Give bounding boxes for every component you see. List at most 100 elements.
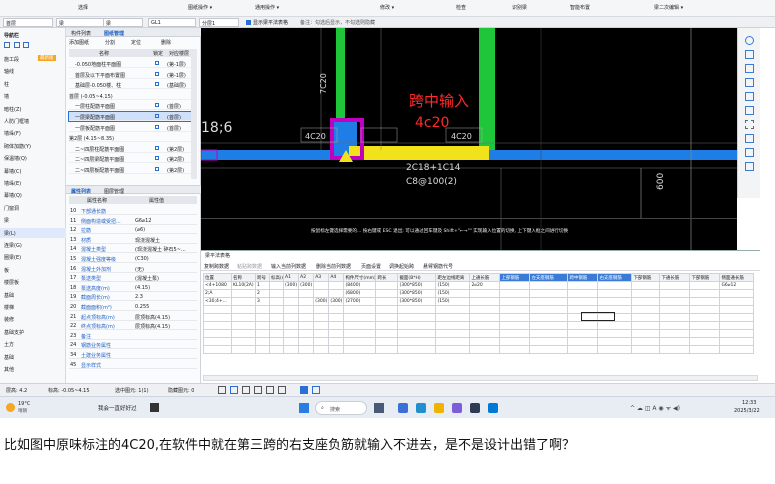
grid-row[interactable]: 2;A 2 (6800) (300*850) (150): [203, 289, 755, 298]
grid-cell[interactable]: [375, 281, 399, 290]
grid-cell[interactable]: (150): [435, 281, 471, 290]
cad-canvas[interactable]: 跨中输入 4c20 18;6 4C20 4C20 7C20 2C18+1C14 …: [201, 28, 737, 250]
grid-cell[interactable]: [689, 337, 721, 346]
grid-cell[interactable]: [231, 297, 256, 306]
grid-cell[interactable]: [203, 345, 232, 354]
property-value[interactable]: (4.15): [135, 285, 195, 291]
grid-cell[interactable]: [499, 329, 531, 338]
grid-cell[interactable]: [328, 337, 345, 346]
grid-cell[interactable]: [567, 289, 599, 298]
tray-icons[interactable]: ^ ☁ ◫ A ◉ ᯤ ◀): [630, 404, 680, 412]
property-row[interactable]: 34 土建业务属性: [69, 350, 197, 359]
grid-cell[interactable]: <30;4+...: [203, 297, 232, 306]
grid-cell[interactable]: [231, 337, 256, 346]
property-value[interactable]: 层顶标高(4.15): [135, 314, 195, 321]
lock-icon[interactable]: [155, 61, 159, 65]
grid-cell[interactable]: [298, 313, 315, 322]
property-row[interactable]: 20 截面面积(m²) 0.255: [69, 302, 197, 311]
grid-cell[interactable]: G6⌀12: [719, 281, 755, 290]
property-value[interactable]: 0.255: [135, 304, 195, 310]
grid-cell[interactable]: [689, 305, 721, 314]
nav-item[interactable]: 墙: [0, 91, 66, 101]
grid-cell[interactable]: (300*850): [397, 289, 437, 298]
grid-cell[interactable]: [719, 289, 755, 298]
grid-cell[interactable]: [631, 281, 661, 290]
drawing-row[interactable]: 第2层 (4.15~8.35): [69, 133, 191, 143]
grid-cell[interactable]: <4+1080: [203, 281, 232, 290]
lock-icon[interactable]: [155, 145, 159, 150]
grid-cell[interactable]: [719, 321, 755, 330]
property-value[interactable]: (无): [135, 266, 195, 273]
nav-item[interactable]: 其他: [0, 364, 66, 374]
grid-cell[interactable]: [269, 289, 284, 298]
grid-cell[interactable]: [659, 297, 691, 306]
grid-row[interactable]: <4+1080 KL10(2A) 1 (300) (300) (8400) (300*850…: [203, 281, 755, 290]
drawing-row[interactable]: 二~四层梁配筋平面图 (第2层): [69, 154, 191, 164]
ribbon-modify[interactable]: 修改 ▾: [380, 4, 394, 11]
grid-cell[interactable]: (300): [313, 297, 330, 306]
property-row[interactable]: 23 备注: [69, 331, 197, 340]
grid-empty-row[interactable]: [203, 329, 755, 338]
drawing-row[interactable]: 一层柱配筋平面图 (首层): [69, 101, 191, 111]
tab-component-list[interactable]: 构件列表: [71, 30, 91, 37]
grid-cell[interactable]: [269, 313, 284, 322]
grid-cell[interactable]: [328, 281, 345, 290]
lock-icon[interactable]: [155, 167, 159, 171]
drawing-row[interactable]: -0.050地面柱平面图 (第-1层): [69, 59, 191, 68]
grid-cell[interactable]: [659, 321, 691, 330]
lock-icon[interactable]: [155, 124, 159, 129]
nav-item[interactable]: 梁(L): [0, 227, 66, 238]
grid-cell[interactable]: [567, 329, 599, 338]
grid-cell[interactable]: [269, 281, 284, 290]
nav-item[interactable]: 楼梯: [0, 302, 66, 312]
grid-cell[interactable]: 3: [255, 297, 270, 306]
grid-cell[interactable]: [499, 281, 531, 290]
grid-cell[interactable]: [597, 345, 633, 354]
grid-cell[interactable]: [269, 345, 284, 354]
nav-item[interactable]: 保温墙(Q): [0, 153, 66, 163]
grid-cell[interactable]: [397, 313, 437, 322]
grid-cell[interactable]: [282, 329, 300, 338]
grid-cell[interactable]: [313, 305, 330, 314]
property-row[interactable]: 18 泵送高度(m) (4.15): [69, 283, 197, 292]
grid-cell[interactable]: [298, 345, 315, 354]
grid-cell[interactable]: [529, 321, 569, 330]
grid-cell[interactable]: [298, 289, 315, 298]
tab-drawing-manager[interactable]: 图纸管理: [104, 30, 124, 37]
grid-empty-row[interactable]: [203, 305, 755, 314]
grid-cell[interactable]: [689, 321, 721, 330]
drawing-row[interactable]: 一层梁配筋平面图 (首层): [68, 111, 192, 122]
drawing-row[interactable]: 一层板配筋平面图 (首层): [69, 123, 191, 132]
grid-cell[interactable]: [298, 297, 315, 306]
grid-cell[interactable]: [282, 313, 300, 322]
nav-item[interactable]: 幕墙(C): [0, 166, 66, 176]
app-icon-5[interactable]: [488, 403, 498, 413]
layer-view-icon[interactable]: [745, 106, 754, 115]
nav-item[interactable]: 轴线: [0, 66, 66, 76]
grid-cell[interactable]: [343, 345, 377, 354]
grid-cell[interactable]: [659, 337, 691, 346]
grid-cell[interactable]: [499, 345, 531, 354]
grid-cell[interactable]: [567, 321, 599, 330]
grid-empty-row[interactable]: [203, 345, 755, 354]
grid-cell[interactable]: [375, 337, 399, 346]
active-cell[interactable]: [581, 312, 615, 321]
property-row[interactable]: 22 终点顶标高(m) 层顶标高(4.15): [69, 321, 197, 331]
nav-item[interactable]: 装修: [0, 314, 66, 324]
settings-icon[interactable]: [745, 162, 754, 171]
grid-cell[interactable]: [375, 305, 399, 314]
grid-cell[interactable]: [719, 313, 755, 322]
category-select[interactable]: 梁: [56, 18, 106, 27]
osnap-toggle-icon[interactable]: [266, 386, 274, 394]
media-icon[interactable]: [150, 403, 159, 412]
nav-item[interactable]: 梁: [0, 215, 66, 225]
grid-cell[interactable]: [269, 321, 284, 330]
grid-empty-row[interactable]: [203, 313, 755, 322]
lock-icon[interactable]: [155, 156, 159, 161]
ribbon-draw-ops[interactable]: 图纸操作 ▾: [188, 4, 212, 11]
property-value[interactable]: (现浇混凝土 碎石5~...: [135, 246, 195, 253]
grid-cell[interactable]: [659, 313, 691, 322]
grid-cell[interactable]: [597, 337, 633, 346]
add-drawing-button[interactable]: 添加图纸: [69, 39, 89, 46]
grid-cell[interactable]: [343, 329, 377, 338]
